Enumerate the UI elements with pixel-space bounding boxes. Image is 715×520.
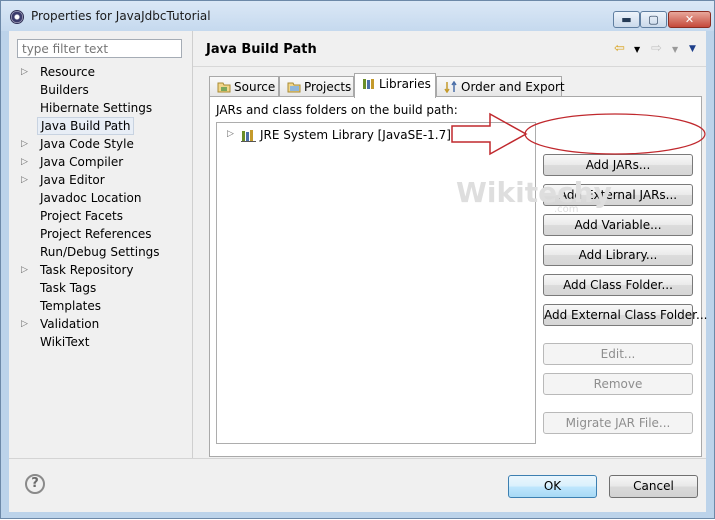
properties-window: Properties for JavaJdbcTutorial ▬ ▢ ✕ ▷ … xyxy=(0,0,715,519)
expand-arrow-icon[interactable]: ▷ xyxy=(21,153,28,171)
libraries-panel: JARs and class folders on the build path… xyxy=(209,96,707,457)
footer-separator xyxy=(9,458,706,459)
ok-button[interactable]: OK xyxy=(508,475,597,498)
order-export-icon xyxy=(444,81,457,93)
source-folder-icon xyxy=(217,82,231,93)
remove-button[interactable]: Remove xyxy=(543,373,693,395)
tab-projects[interactable]: Projects xyxy=(279,76,354,97)
eclipse-icon xyxy=(10,10,24,24)
title-bar[interactable]: Properties for JavaJdbcTutorial ▬ ▢ ✕ xyxy=(1,1,714,31)
add-class-folder-button[interactable]: Add Class Folder... xyxy=(543,274,693,296)
expand-arrow-icon[interactable]: ▷ xyxy=(21,171,28,189)
tab-libraries[interactable]: Libraries xyxy=(354,73,436,98)
help-icon[interactable]: ? xyxy=(25,474,45,494)
page-title: Java Build Path xyxy=(206,42,317,57)
forward-arrow-icon[interactable]: ⇨ xyxy=(651,41,662,56)
expand-arrow-icon[interactable]: ▷ xyxy=(21,261,28,279)
projects-icon xyxy=(287,82,301,93)
splitter[interactable] xyxy=(192,31,193,458)
maximize-button[interactable]: ▢ xyxy=(640,11,667,28)
migrate-jar-file-button[interactable]: Migrate JAR File... xyxy=(543,412,693,434)
filter-input[interactable] xyxy=(17,39,182,58)
back-menu-chevron-icon[interactable]: ▼ xyxy=(634,45,640,54)
tab-source[interactable]: Source xyxy=(209,76,279,97)
edit-button[interactable]: Edit... xyxy=(543,343,693,365)
history-toolbar: ⇦ ▼ ⇨ ▼ ▼ xyxy=(606,41,701,59)
add-variable-button[interactable]: Add Variable... xyxy=(543,214,693,236)
expand-arrow-icon[interactable]: ▷ xyxy=(21,63,28,81)
expand-arrow-icon[interactable]: ▷ xyxy=(21,135,28,153)
add-library-button[interactable]: Add Library... xyxy=(543,244,693,266)
close-button[interactable]: ✕ xyxy=(668,11,711,28)
forward-menu-chevron-icon[interactable]: ▼ xyxy=(672,45,678,54)
view-menu-icon[interactable]: ▼ xyxy=(689,44,696,54)
cancel-button[interactable]: Cancel xyxy=(609,475,698,498)
build-path-list[interactable]: ▷ JRE System Library [JavaSE-1.7] xyxy=(216,122,536,444)
wikitechy-watermark-domain: .com xyxy=(554,204,579,215)
add-jars-button[interactable]: Add JARs... xyxy=(543,154,693,176)
back-arrow-icon[interactable]: ⇦ xyxy=(614,41,625,56)
header-separator xyxy=(193,66,706,67)
add-external-class-folder-button[interactable]: Add External Class Folder... xyxy=(543,304,707,326)
jre-library-icon xyxy=(241,130,256,142)
expand-arrow-icon[interactable]: ▷ xyxy=(21,315,28,333)
wikitechy-watermark: Wikitechy xyxy=(456,176,612,209)
dialog-body: ▷ Resource Builders Hibernate Settings J… xyxy=(9,31,707,512)
libraries-icon xyxy=(363,79,374,89)
tab-order-and-export[interactable]: Order and Export xyxy=(436,76,565,97)
expand-arrow-icon[interactable]: ▷ xyxy=(227,129,234,139)
libraries-caption: JARs and class folders on the build path… xyxy=(216,103,458,117)
window-title: Properties for JavaJdbcTutorial xyxy=(31,9,211,23)
minimize-button[interactable]: ▬ xyxy=(613,11,640,28)
